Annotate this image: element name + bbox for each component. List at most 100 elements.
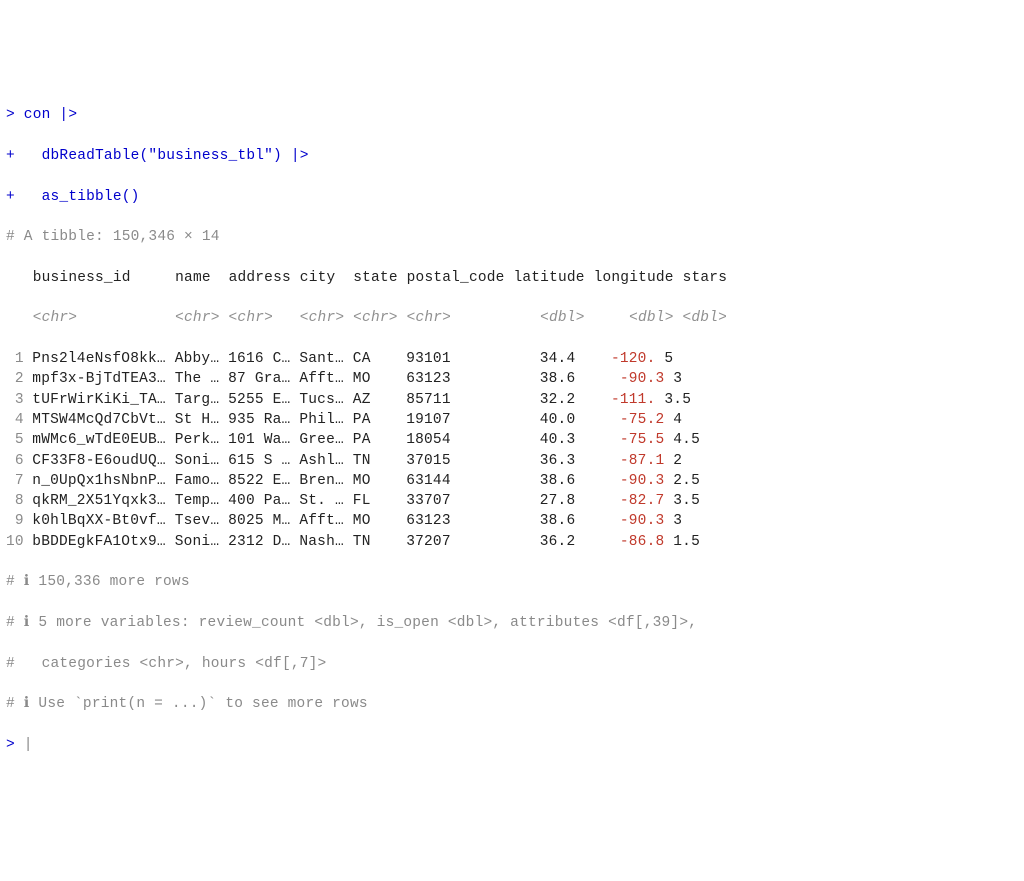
cell-business-id: CF33F8-E6oudUQ… [23,453,165,469]
cell-postal: 93101 [397,351,504,367]
cell-longitude: -75.2 [575,412,664,428]
cell-postal: 63123 [397,371,504,387]
cell-longitude: -75.5 [575,432,664,448]
col-longitude: longitude [585,270,674,286]
cell-business-id: mWMc6_wTdE0EUB… [23,432,165,448]
prompt-icon[interactable]: > [6,737,15,753]
row-index: 4 [6,410,23,430]
table-row: 8 qkRM_2X51Yqxk3… Temp… 400 Pa… St. … FL… [6,491,1018,511]
row-index: 6 [6,451,23,471]
cell-name: Soni… [166,453,219,469]
continuation-icon: + [6,189,15,205]
cell-name: Targ… [166,392,219,408]
cell-city: Ashl… [290,453,343,469]
footer-more-vars-2: # categories <chr>, hours <df[,7]> [6,654,1018,674]
cell-address: 400 Pa… [219,493,290,509]
cell-state: CA [344,351,397,367]
cell-city: Nash… [290,534,343,550]
row-index: 2 [6,369,23,389]
cell-state: FL [344,493,397,509]
cell-latitude: 40.3 [504,432,575,448]
cell-longitude: -90.3 [575,513,664,529]
col-postal-code: postal_code [398,270,505,286]
cell-state: PA [344,412,397,428]
cell-stars: 4.5 [664,432,700,448]
cell-name: The … [166,371,219,387]
cell-stars: 3.5 [664,493,700,509]
cell-business-id: k0hlBqXX-Bt0vf… [23,513,165,529]
row-index: 5 [6,430,23,450]
cell-address: 615 S … [219,453,290,469]
col-name: name [166,270,219,286]
cell-latitude: 32.2 [504,392,575,408]
cell-business-id: bBDDEgkFA1Otx9… [23,534,165,550]
cell-postal: 63144 [397,473,504,489]
cell-postal: 37207 [397,534,504,550]
cell-address: 101 Wa… [219,432,290,448]
cell-stars: 3 [664,371,700,387]
cell-postal: 19107 [397,412,504,428]
cell-latitude: 40.0 [504,412,575,428]
continuation-icon: + [6,148,15,164]
cell-postal: 63123 [397,513,504,529]
cell-stars: 2.5 [664,473,700,489]
row-index: 8 [6,491,23,511]
row-index: 3 [6,390,23,410]
cell-stars: 1.5 [664,534,700,550]
row-index: 1 [6,349,23,369]
cell-business-id: qkRM_2X51Yqxk3… [23,493,165,509]
cell-longitude: -87.1 [575,453,664,469]
cell-name: Abby… [166,351,219,367]
cursor-icon: | [15,737,33,753]
code-line: as_tibble() [15,189,140,205]
code-line: con |> [15,107,77,123]
cell-state: PA [344,432,397,448]
cell-state: TN [344,534,397,550]
cell-city: Afft… [290,371,343,387]
cell-city: Tucs… [290,392,343,408]
cell-name: Perk… [166,432,219,448]
cell-city: Phil… [290,412,343,428]
cell-business-id: tUFrWirKiKi_TA… [23,392,165,408]
cell-address: 87 Gra… [219,371,290,387]
cell-city: Sant… [290,351,343,367]
cell-stars: 3.5 [655,392,691,408]
table-row: 6 CF33F8-E6oudUQ… Soni… 615 S … Ashl… TN… [6,451,1018,471]
col-address: address [220,270,291,286]
cell-address: 8025 M… [219,513,290,529]
column-headers: business_id name address city state post… [6,268,1018,288]
row-index: 9 [6,511,23,531]
col-stars: stars [674,270,727,286]
cell-longitude: -111. [575,392,655,408]
table-row: 7 n_0UpQx1hsNbnP… Famo… 8522 E… Bren… MO… [6,471,1018,491]
cell-postal: 85711 [397,392,504,408]
cell-name: Temp… [166,493,219,509]
col-state: state [344,270,397,286]
table-row: 4 MTSW4McQd7CbVt… St H… 935 Ra… Phil… PA… [6,410,1018,430]
cell-postal: 33707 [397,493,504,509]
cell-state: TN [344,453,397,469]
cell-longitude: -90.3 [575,371,664,387]
cell-postal: 37015 [397,453,504,469]
table-row: 3 tUFrWirKiKi_TA… Targ… 5255 E… Tucs… AZ… [6,390,1018,410]
cell-longitude: -86.8 [575,534,664,550]
footer-more-vars: # ℹ 5 more variables: review_count <dbl>… [6,613,1018,633]
col-business-id: business_id [33,270,167,286]
cell-business-id: mpf3x-BjTdTEA3… [23,371,165,387]
cell-latitude: 34.4 [504,351,575,367]
table-row: 10 bBDDEgkFA1Otx9… Soni… 2312 D… Nash… T… [6,532,1018,552]
cell-name: Tsev… [166,513,219,529]
cell-address: 2312 D… [219,534,290,550]
cell-latitude: 38.6 [504,371,575,387]
column-types: <chr> <chr> <chr> <chr> <chr> <chr> <dbl… [6,308,1018,328]
cell-latitude: 38.6 [504,473,575,489]
cell-address: 8522 E… [219,473,290,489]
cell-address: 5255 E… [219,392,290,408]
cell-city: St. … [290,493,343,509]
col-city: city [291,270,344,286]
table-row: 5 mWMc6_wTdE0EUB… Perk… 101 Wa… Gree… PA… [6,430,1018,450]
cell-longitude: -120. [575,351,655,367]
cell-latitude: 27.8 [504,493,575,509]
console-output: > con |> + dbReadTable("business_tbl") |… [6,85,1018,775]
table-row: 1 Pns2l4eNsfO8kk… Abby… 1616 C… Sant… CA… [6,349,1018,369]
